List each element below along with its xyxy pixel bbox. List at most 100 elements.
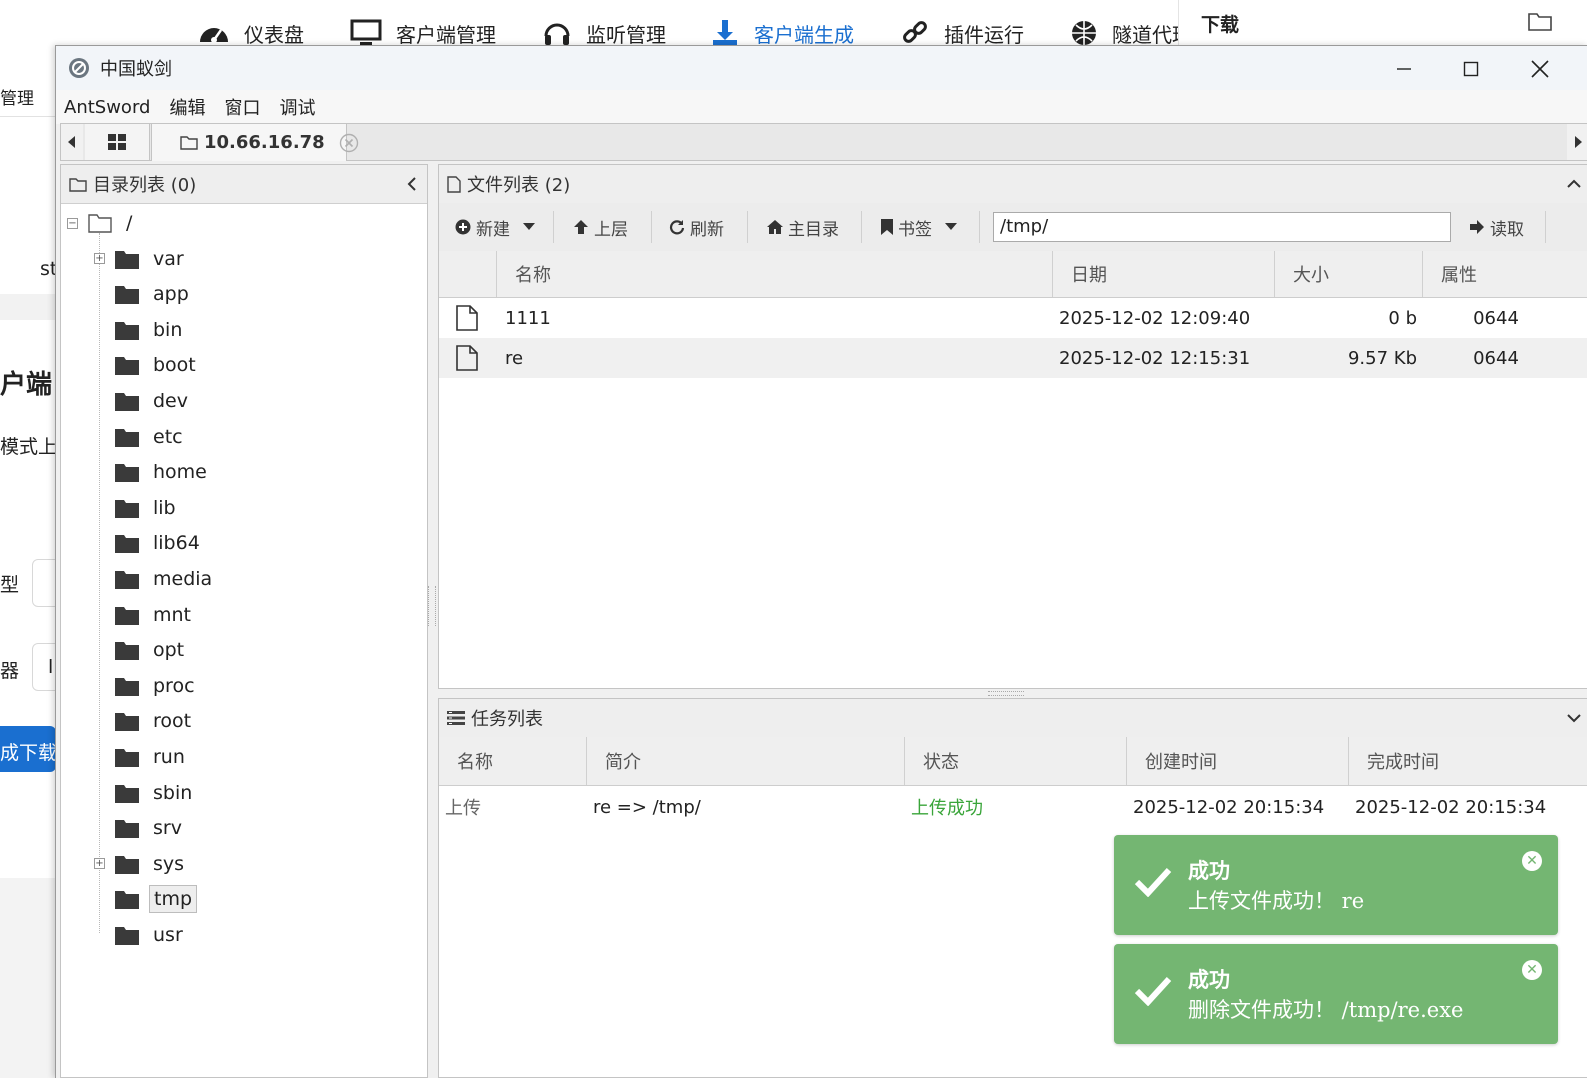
tree-folder-label: lib: [153, 496, 176, 519]
tab-home[interactable]: [85, 124, 150, 160]
close-icon: [1531, 60, 1549, 78]
task-column-desc[interactable]: 简介: [587, 737, 905, 785]
refresh-button[interactable]: 刷新: [669, 211, 724, 243]
folder-icon: [115, 249, 139, 269]
close-button[interactable]: [1510, 50, 1570, 88]
task-column-created[interactable]: 创建时间: [1127, 737, 1349, 785]
read-button[interactable]: 读取: [1469, 211, 1524, 243]
folder-icon: [115, 711, 139, 732]
menu-debug[interactable]: 调试: [279, 94, 315, 120]
tree-folder-app[interactable]: app: [115, 278, 193, 310]
tree-folder-label: usr: [153, 924, 183, 946]
task-column-name[interactable]: 名称: [439, 737, 587, 785]
grid-icon: [108, 134, 126, 150]
tree-folder-mnt[interactable]: mnt: [115, 599, 195, 631]
collapse-left-icon[interactable]: [407, 177, 417, 191]
tree-folder-sys[interactable]: + sys: [94, 848, 188, 880]
column-size[interactable]: 大小: [1275, 251, 1423, 297]
tree-folder-root[interactable]: root: [115, 705, 195, 737]
tree-folder-var[interactable]: + var: [94, 243, 188, 275]
folder-icon: [115, 889, 139, 910]
tree-folder-srv[interactable]: srv: [115, 812, 186, 844]
tree-expand-icon[interactable]: +: [94, 252, 105, 264]
folder-icon: [115, 605, 139, 625]
minimize-button[interactable]: [1374, 50, 1434, 88]
toast-close-icon[interactable]: ✕: [1522, 851, 1542, 871]
tree-folder-lib[interactable]: lib: [115, 492, 180, 524]
tree-folder-opt[interactable]: opt: [115, 634, 188, 666]
bg-generate-download-button[interactable]: 成下载: [0, 738, 56, 765]
path-input[interactable]: /tmp/: [993, 212, 1451, 242]
tab-scroll-right[interactable]: [1567, 124, 1587, 160]
nav-client-generate-label: 客户端生成: [754, 22, 854, 47]
tab-bar: 10.66.16.78: [60, 123, 1587, 161]
download-panel: 下载: [1178, 0, 1587, 46]
column-name[interactable]: 名称: [497, 251, 1053, 297]
tab-scroll-left[interactable]: [61, 124, 83, 160]
tree-folder-bin[interactable]: bin: [115, 314, 186, 346]
file-list-title: 文件列表 (2): [467, 175, 571, 196]
success-toast: 成功 删除文件成功！ /tmp/re.exe ✕: [1114, 944, 1558, 1044]
tree-folder-etc[interactable]: etc: [115, 421, 187, 453]
task-row[interactable]: 上传 re => /tmp/ 上传成功 2025-12-02 20:15:34 …: [439, 787, 1587, 827]
tree-folder-boot[interactable]: boot: [115, 349, 200, 381]
up-level-button[interactable]: 上层: [573, 211, 628, 243]
task-name: 上传: [445, 798, 481, 819]
tree-folder-home[interactable]: home: [115, 456, 211, 488]
new-button[interactable]: 新建: [455, 211, 535, 243]
task-column-status[interactable]: 状态: [905, 737, 1127, 785]
folder-icon: [115, 854, 139, 874]
toast-title: 成功: [1188, 858, 1230, 883]
tree-expand-icon[interactable]: +: [94, 857, 105, 869]
check-icon: [1134, 865, 1172, 897]
panel-splitter[interactable]: [428, 586, 436, 626]
horizontal-splitter[interactable]: [988, 691, 1024, 696]
tree-folder-lib64[interactable]: lib64: [115, 527, 204, 559]
file-row[interactable]: re 2025-12-02 12:15:31 9.57 Kb 0644: [439, 338, 1587, 378]
tree-collapse-icon[interactable]: −: [67, 217, 78, 229]
home-dir-button[interactable]: 主目录: [767, 211, 839, 243]
arrow-right-icon: [1469, 219, 1485, 235]
folder-icon[interactable]: [1527, 10, 1553, 32]
download-panel-title: 下载: [1201, 14, 1240, 36]
tab-close-icon[interactable]: [339, 133, 359, 153]
folder-icon: [115, 427, 139, 447]
tree-folder-proc[interactable]: proc: [115, 670, 199, 702]
tree-folder-label: dev: [153, 390, 188, 412]
tab-host[interactable]: 10.66.16.78: [151, 123, 358, 161]
tree-folder-label: srv: [153, 817, 182, 840]
tree-folder-media[interactable]: media: [115, 563, 216, 595]
column-date[interactable]: 日期: [1053, 251, 1275, 297]
tree-folder-tmp[interactable]: tmp: [115, 883, 198, 915]
tree-folder-sbin[interactable]: sbin: [115, 777, 196, 809]
maximize-button[interactable]: [1441, 50, 1501, 88]
tasks-icon: [447, 711, 465, 725]
success-toast: 成功 上传文件成功！ re ✕: [1114, 835, 1558, 935]
tree-folder-usr[interactable]: usr: [115, 919, 187, 951]
folder-icon: [115, 355, 139, 376]
task-column-finished[interactable]: 完成时间: [1349, 737, 1587, 785]
tree-folder-run[interactable]: run: [115, 741, 189, 773]
tree-root-label: /: [126, 212, 133, 234]
bookmark-label: 书签: [898, 219, 932, 240]
folder-outline-icon: [180, 135, 198, 150]
menu-edit[interactable]: 编辑: [169, 94, 205, 120]
toast-close-icon[interactable]: ✕: [1522, 960, 1542, 980]
file-date: 2025-12-02 12:15:31: [1059, 347, 1251, 369]
tree-folder-dev[interactable]: dev: [115, 385, 192, 417]
tree-root[interactable]: − /: [67, 207, 136, 239]
refresh-label: 刷新: [690, 219, 724, 240]
dashboard-icon: [198, 18, 230, 48]
file-permissions: 0644: [1473, 347, 1519, 369]
bookmark-button[interactable]: 书签: [881, 211, 957, 243]
menu-antsword[interactable]: AntSword: [64, 97, 150, 118]
collapse-up-icon[interactable]: [1567, 179, 1581, 189]
menu-window[interactable]: 窗口: [224, 94, 260, 120]
file-row[interactable]: 1111 2025-12-02 12:09:40 0 b 0644: [439, 298, 1587, 338]
collapse-down-icon[interactable]: [1567, 713, 1581, 723]
column-attributes[interactable]: 属性: [1423, 251, 1587, 297]
bg-heading-client: 户端: [0, 370, 53, 400]
bg-text-mode: 模式上: [0, 436, 56, 458]
folder-icon: [115, 533, 139, 554]
folder-icon: [115, 818, 139, 839]
